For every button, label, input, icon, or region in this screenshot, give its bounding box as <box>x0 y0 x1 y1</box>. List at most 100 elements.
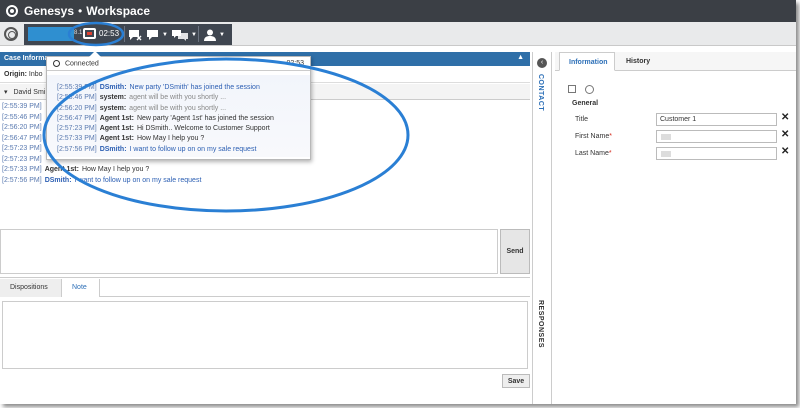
contact-tabs: Information History <box>555 52 796 71</box>
genesys-logo-icon <box>6 5 18 17</box>
chat-timestamp: [2:57:33 PM] <box>57 135 97 143</box>
title-separator: • <box>78 4 83 18</box>
chat-message: Hi DSmith.. Welcome to Customer Support <box>136 125 270 133</box>
consult-chat-icon <box>172 29 188 41</box>
origin-label: Origin: <box>4 71 27 78</box>
tab-information[interactable]: Information <box>559 52 615 71</box>
chat-message: agent will be with you shortly ... <box>129 94 227 102</box>
chat-sender: system: <box>99 104 127 112</box>
title-field[interactable]: Customer 1 <box>656 113 777 126</box>
toolbar-divider <box>124 26 125 42</box>
chat-line: [2:56:20 PM] system: agent will be with yo… <box>57 104 300 114</box>
party-name: David Smi <box>13 89 46 96</box>
required-mark: * <box>608 150 612 157</box>
chat-line: [2:57:56 PM] DSmith: I want to follow up o… <box>57 145 300 155</box>
first-name-field[interactable] <box>656 130 777 143</box>
chat-message: How May I help you ? <box>136 135 205 143</box>
status-icon <box>53 60 60 67</box>
chat-message: I want to follow up on on my sale reques… <box>129 145 257 153</box>
chevron-down-icon: ▼ <box>162 31 168 38</box>
brand-name: Genesys <box>24 4 75 18</box>
send-button[interactable]: Send <box>500 229 530 274</box>
collapse-left-icon[interactable]: ‹ <box>537 58 547 68</box>
origin-value: Inbo <box>28 71 43 78</box>
consult-button[interactable]: ▼ <box>171 25 197 44</box>
first-name-label: First Name* <box>575 133 612 140</box>
chat-timestamp: [2:56:47 PM] <box>2 134 42 142</box>
field-label: First Name <box>575 133 610 140</box>
last-name-label: Last Name* <box>575 150 612 157</box>
expand-icon[interactable]: ▾ <box>4 89 8 96</box>
home-icon[interactable] <box>4 27 18 41</box>
chat-timestamp: [2:57:23 PM] <box>2 145 42 152</box>
interaction-contact-name[interactable] <box>28 27 74 41</box>
side-strip: ‹ CONTACT RESPONSES <box>532 52 552 404</box>
module-name: Workspace <box>86 4 151 18</box>
chat-bubble-icon <box>147 29 158 40</box>
chat-actions-button[interactable]: ▼ <box>146 25 168 44</box>
chat-preview-popup[interactable]: Connected 02:53 [2:55:39 PM] DSmith: New p… <box>46 51 311 160</box>
contact-strip-tab[interactable]: CONTACT <box>537 74 544 111</box>
chat-sender: system: <box>99 94 127 102</box>
section-general: General <box>572 100 599 107</box>
interaction-contact-number: 8.1 <box>74 30 83 36</box>
redacted-value <box>661 134 671 140</box>
required-mark: * <box>609 133 612 140</box>
title-label: Title <box>575 116 588 123</box>
chat-timestamp: [2:57:56 PM] <box>57 145 97 153</box>
chat-timestamp: [2:57:56 PM] <box>2 176 42 184</box>
chat-timestamp: [2:56:47 PM] <box>57 114 97 122</box>
tab-history[interactable]: History <box>617 52 659 71</box>
end-chat-button[interactable] <box>128 25 142 44</box>
chat-line: [2:57:56 PM] DSmith: I want to follow up o… <box>0 176 530 187</box>
save-icon[interactable] <box>568 85 576 93</box>
chat-line: [2:57:33 PM] Agent 1st: How May I help you… <box>0 165 530 176</box>
chat-timestamp: [2:56:20 PM] <box>57 104 97 112</box>
clear-last-name-icon[interactable]: ✕ <box>781 146 789 157</box>
chat-line: [2:57:23 PM] Agent 1st: Hi DSmith.. Welcom… <box>57 124 300 134</box>
chat-timestamp: [2:55:39 PM] <box>2 103 42 110</box>
clear-title-icon[interactable]: ✕ <box>781 112 789 123</box>
chat-timestamp: [2:56:20 PM] <box>2 124 42 131</box>
tab-dispositions[interactable]: Dispositions <box>0 279 62 297</box>
chevron-down-icon: ▼ <box>191 31 197 38</box>
field-label: Title <box>575 116 588 123</box>
field-label: Last Name <box>575 150 609 157</box>
workspace-window: Genesys • Workspace 8.1 02:53 ▼ ▼ ▼ Case… <box>0 0 796 404</box>
chevron-down-icon: ▼ <box>219 31 225 38</box>
chat-sender: Agent 1st: <box>99 125 134 133</box>
chat-sender: Agent 1st: <box>99 114 134 122</box>
contact-pane: Information History General Title Custom… <box>555 52 796 404</box>
chat-line: [2:55:46 PM] system: agent will be with yo… <box>57 93 300 103</box>
title-bar: Genesys • Workspace <box>0 0 796 22</box>
chat-sender: DSmith: <box>44 176 72 184</box>
chat-sender: DSmith: <box>99 84 127 91</box>
bottom-tabs: Dispositions Note <box>0 279 530 297</box>
person-icon <box>204 29 216 41</box>
chat-line: [2:55:39 PM] DSmith: New party 'DSmith' ha… <box>57 83 300 93</box>
note-textarea[interactable] <box>2 301 528 369</box>
chat-timestamp: [2:55:39 PM] <box>57 84 97 91</box>
last-name-field[interactable] <box>656 147 777 160</box>
chat-message-input[interactable] <box>0 229 498 274</box>
collapse-up-icon[interactable]: ▲ <box>517 54 524 61</box>
chat-timestamp: [2:55:46 PM] <box>57 94 97 102</box>
case-information-title: Case Informa <box>4 55 49 62</box>
popup-transcript: [2:55:39 PM] DSmith: New party 'DSmith' ha… <box>47 75 310 157</box>
chat-status-icon[interactable] <box>83 28 96 39</box>
chat-message: How May I help you ? <box>81 166 150 173</box>
save-button[interactable]: Save <box>502 374 530 388</box>
responses-strip-tab[interactable]: RESPONSES <box>537 300 544 348</box>
chat-sender: Agent 1st: <box>99 135 134 143</box>
popup-status: Connected <box>64 60 99 68</box>
chat-message: agent will be with you shortly ... <box>129 104 227 112</box>
clear-first-name-icon[interactable]: ✕ <box>781 129 789 140</box>
main-toolbar: 8.1 02:53 ▼ ▼ ▼ <box>0 22 796 46</box>
reset-icon[interactable] <box>585 85 594 94</box>
party-actions-button[interactable]: ▼ <box>203 25 225 44</box>
chat-message: New party 'Agent 1st' has joined the ses… <box>136 114 274 122</box>
tab-note[interactable]: Note <box>62 279 100 297</box>
popup-timer: 02:53 <box>286 60 304 67</box>
chat-line: [2:57:33 PM] Agent 1st: How May I help you… <box>57 134 300 144</box>
chat-message: New party 'DSmith' has joined the sessio… <box>129 84 260 91</box>
